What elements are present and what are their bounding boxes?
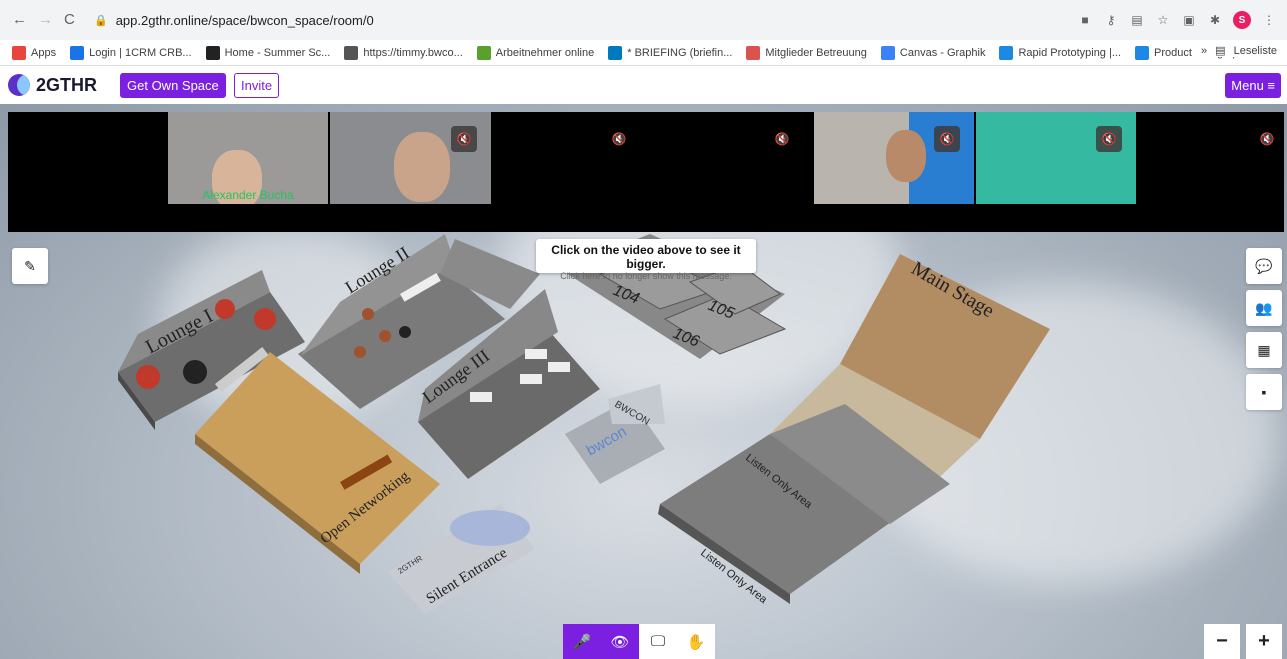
video-tile-4[interactable]: 🔇 [651, 112, 812, 204]
globe-icon [344, 45, 359, 60]
participants-icon[interactable]: 👥 [1246, 290, 1282, 326]
participant-face [394, 132, 450, 202]
bookmarks-right: » ▤ Leseliste [1193, 44, 1277, 57]
bookmark-label: Login | 1CRM CRB... [89, 46, 192, 59]
logo-text: 2GTHR [36, 74, 98, 95]
bookmark-label: Home - Summer Sc... [224, 46, 331, 59]
calendar-icon[interactable]: ▦ [1246, 332, 1282, 368]
invite-button[interactable]: Invite [234, 73, 280, 98]
bookmark-label: Canvas - Graphik [899, 46, 986, 59]
doc-icon [746, 45, 761, 60]
bookmark-label: * BRIEFING (briefin... [627, 46, 733, 59]
crm-icon [70, 45, 85, 60]
mute-icon[interactable]: 🔇 [934, 126, 960, 152]
bookmark-label: Apps [31, 46, 57, 59]
video-strip[interactable]: Alexander Bucha 🔇 🔇 🔇 🔇 🔇 🔇 [8, 112, 1284, 232]
extension-icon[interactable]: ▣ [1181, 13, 1197, 27]
udacity-icon [999, 45, 1014, 60]
logo-mark [8, 74, 30, 96]
trello-icon [608, 45, 623, 60]
forward-icon[interactable]: → [38, 12, 53, 28]
zoom-in-button[interactable]: + [1246, 624, 1282, 659]
tooltip-dismiss-link[interactable]: Click here to no longer show this messag… [536, 271, 756, 281]
bookmark-item[interactable]: * BRIEFING (briefin... [608, 45, 733, 60]
star-icon[interactable]: ☆ [1155, 13, 1171, 27]
mic-off-button[interactable]: 🎤 [563, 624, 601, 659]
participant-name: Alexander Bucha [202, 188, 294, 202]
udacity-icon [1135, 45, 1150, 60]
profile-avatar[interactable]: S [1233, 11, 1251, 29]
translate-icon[interactable]: ▤ [1129, 13, 1145, 27]
bookmark-item[interactable]: Apps [12, 45, 57, 60]
browser-menu-icon[interactable]: ⋮ [1261, 13, 1277, 27]
mute-icon[interactable]: 🔇 [769, 126, 795, 152]
app-header: 2GTHR Get Own Space Invite Menu ≡ [0, 66, 1287, 104]
bookmark-item[interactable]: Home - Summer Sc... [205, 45, 331, 60]
url-text: app.2gthr.online/space/bwcon_space/room/… [115, 12, 374, 28]
reading-list-icon: ▤ [1215, 45, 1226, 57]
back-icon[interactable]: ← [12, 12, 27, 28]
video-hint-tooltip[interactable]: Click on the video above to see it bigge… [536, 239, 756, 281]
mute-icon[interactable]: 🔇 [451, 126, 477, 152]
browser-toolbar: ← → C 🔒 app.2gthr.online/space/bwcon_spa… [0, 0, 1287, 40]
address-bar[interactable]: 🔒 app.2gthr.online/space/bwcon_space/roo… [90, 8, 1050, 32]
canvas-icon [880, 45, 895, 60]
mute-icon[interactable]: 🔇 [606, 126, 632, 152]
mute-icon[interactable]: 🔇 [1096, 126, 1122, 152]
participant-face [886, 130, 926, 182]
browser-actions: ■ ⚷ ▤ ☆ ▣ ✱ S ⋮ [1077, 8, 1277, 32]
video-tile-1[interactable]: Alexander Bucha [168, 112, 328, 204]
doc-icon [476, 45, 491, 60]
bookmark-item[interactable]: https://timmy.bwco... [344, 45, 463, 60]
screen-share-button[interactable]: 🖵 [639, 624, 677, 659]
mute-icon[interactable]: 🔇 [1254, 126, 1280, 152]
bookmarks-bar: Apps Login | 1CRM CRB... Home - Summer Sc.… [0, 40, 1287, 66]
media-toolbar: 🎤 👁 🖵 ✋ [563, 624, 715, 659]
tooltip-title: Click on the video above to see it bigge… [551, 243, 741, 271]
bookmark-label: Mitglieder Betreuung [765, 46, 867, 59]
raise-hand-button[interactable]: ✋ [677, 624, 715, 659]
video-tile-5[interactable]: 🔇 [814, 112, 974, 204]
bookmark-item[interactable]: Rapid Prototyping |... [999, 45, 1122, 60]
notes-icon[interactable]: ▪ [1246, 374, 1282, 410]
key-icon[interactable]: ⚷ [1103, 13, 1119, 27]
edit-pencil-icon[interactable]: ✎ [12, 248, 48, 284]
bookmark-item[interactable]: Canvas - Graphik [880, 45, 986, 60]
bookmark-label: Arbeitnehmer online [495, 46, 595, 59]
puzzle-icon[interactable]: ✱ [1207, 13, 1223, 27]
lock-icon: 🔒 [94, 14, 108, 27]
bookmark-item[interactable]: Login | 1CRM CRB... [70, 45, 192, 60]
get-own-space-button[interactable]: Get Own Space [120, 73, 226, 98]
zoom-out-button[interactable]: − [1204, 624, 1240, 659]
search-icon [205, 45, 220, 60]
bookmarks-overflow[interactable]: » [1201, 45, 1207, 57]
video-tile-7[interactable]: 🔇 [1136, 112, 1284, 204]
app-logo[interactable]: 2GTHR [8, 74, 97, 96]
camera-indicator-icon[interactable]: ■ [1077, 13, 1093, 27]
bookmark-item[interactable]: Arbeitnehmer online [476, 45, 595, 60]
menu-button[interactable]: Menu ≡ [1225, 73, 1281, 98]
video-tile-6[interactable]: 🔇 [976, 112, 1136, 204]
apps-grid-icon [12, 45, 26, 60]
bookmark-label: Rapid Prototyping |... [1018, 46, 1122, 59]
reload-icon[interactable]: C [64, 12, 75, 28]
video-tile-2[interactable]: 🔇 [330, 112, 491, 204]
bookmark-label: https://timmy.bwco... [363, 46, 463, 59]
chat-icon[interactable]: 💬 [1246, 248, 1282, 284]
video-tile-3[interactable]: 🔇 [491, 112, 651, 204]
camera-off-button[interactable]: 👁 [601, 624, 639, 659]
bookmark-item[interactable]: Mitglieder Betreuung [746, 45, 867, 60]
reading-list-link[interactable]: Leseliste [1234, 45, 1277, 57]
virtual-space-map[interactable]: Lounge I Lounge II 104 105 106 Lounge II… [0, 104, 1287, 659]
